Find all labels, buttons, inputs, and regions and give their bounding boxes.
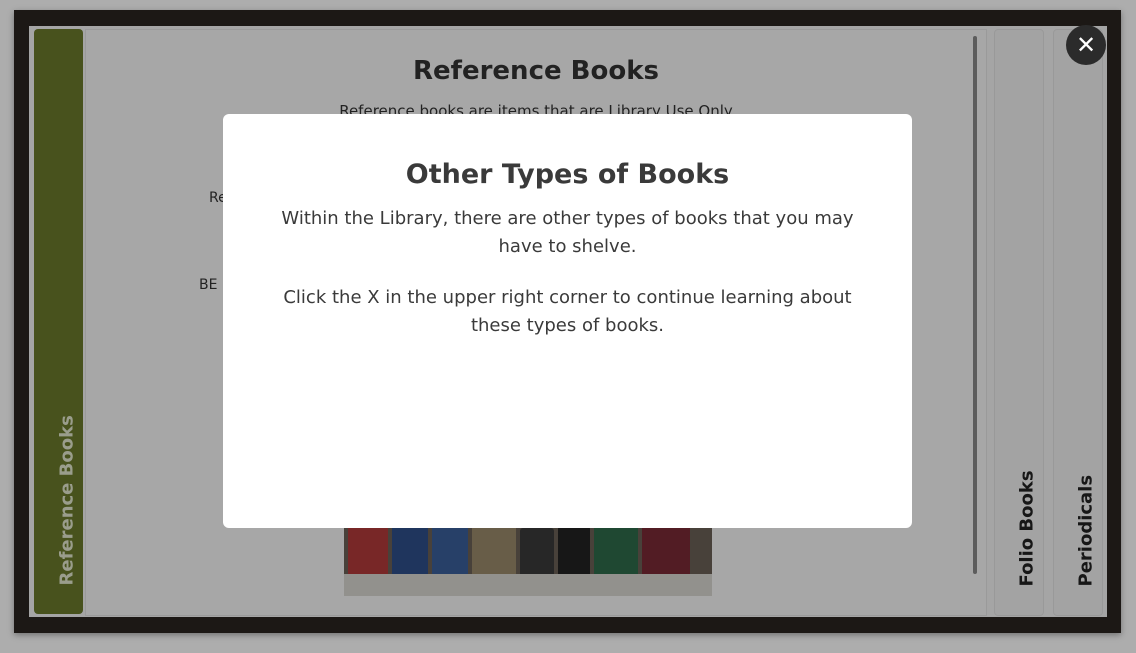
close-button[interactable]: ✕ xyxy=(1066,25,1106,65)
close-icon: ✕ xyxy=(1075,31,1097,59)
info-modal: Other Types of Books Within the Library,… xyxy=(223,114,912,528)
modal-paragraph: Within the Library, there are other type… xyxy=(281,208,854,257)
modal-paragraph: Click the X in the upper right corner to… xyxy=(283,287,852,336)
modal-title: Other Types of Books xyxy=(405,159,730,190)
